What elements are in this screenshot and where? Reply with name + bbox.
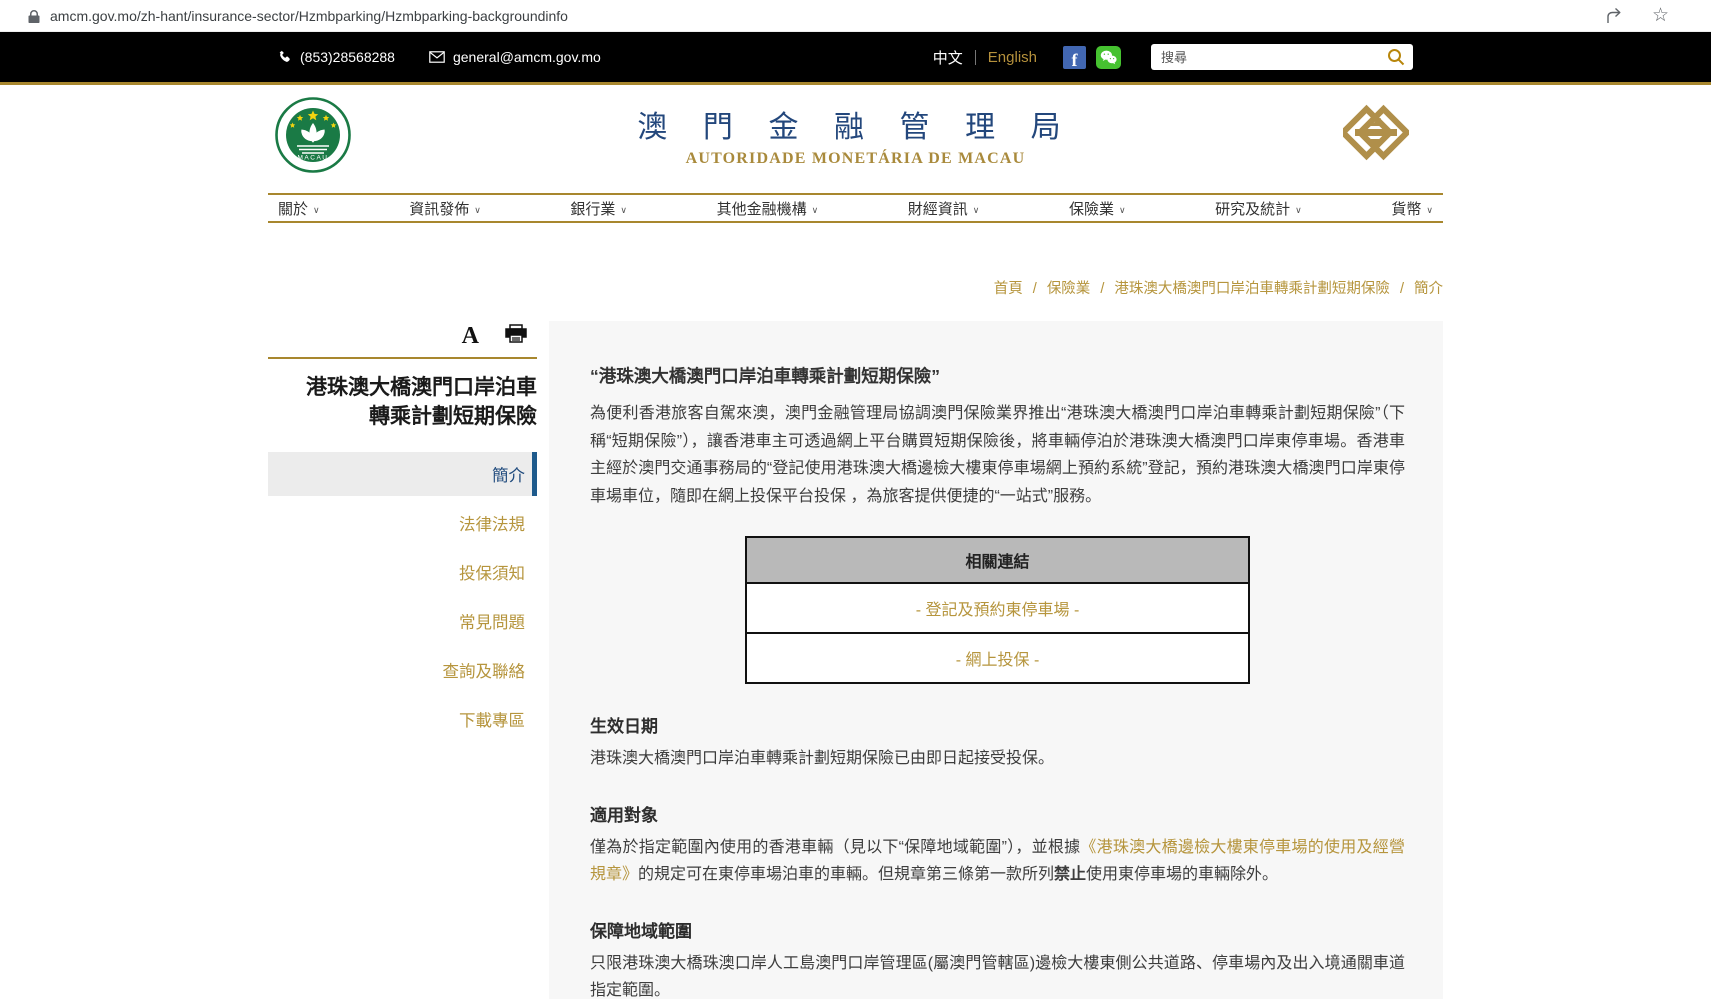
search-box [1151, 44, 1413, 70]
nav-item-insurance[interactable]: 保險業∨ [1069, 198, 1126, 219]
chevron-down-icon: ∨ [474, 205, 481, 215]
sidebar-item-introduction[interactable]: 簡介 [268, 452, 537, 496]
eligibility-text-bold: 禁止 [1054, 866, 1086, 883]
font-size-icon[interactable]: A [462, 324, 479, 348]
main-navigation: 關於∨ 資訊發佈∨ 銀行業∨ 其他金融機構∨ 財經資訊∨ 保險業∨ 研究及統計∨… [268, 193, 1443, 223]
sidebar-divider [268, 357, 537, 359]
sidebar-item-laws[interactable]: 法律法規 [268, 501, 537, 545]
nav-item-financial-info[interactable]: 財經資訊∨ [908, 198, 980, 219]
brand-title-pt: AUTORIDADE MONETÁRIA DE MACAU [0, 150, 1711, 168]
breadcrumb-separator: / [1100, 281, 1104, 297]
breadcrumb-hzmb-parking[interactable]: 港珠澳大橋澳門口岸泊車轉乘計劃短期保險 [1114, 281, 1390, 297]
eligibility-text-part3: 使用東停車場的車輛除外。 [1086, 866, 1278, 883]
search-icon[interactable] [1387, 48, 1405, 66]
nav-item-research-statistics[interactable]: 研究及統計∨ [1215, 198, 1302, 219]
print-icon[interactable] [505, 324, 527, 348]
amcm-diamond-logo [1343, 101, 1409, 168]
header-utilities: 中文 English f [933, 44, 1413, 70]
intro-paragraph: 為便利香港旅客自駕來澳，澳門金融管理局協調澳門保險業界推出“港珠澳大橋澳門口岸泊… [590, 400, 1405, 510]
sidebar-menu: 簡介 法律法規 投保須知 常見問題 查詢及聯絡 下載專區 [268, 452, 537, 741]
page-title: “港珠澳大橋澳門口岸泊車轉乘計劃短期保險” [590, 363, 1405, 388]
effective-date-text: 港珠澳大橋澳門口岸泊車轉乘計劃短期保險已由即日起接受投保。 [590, 745, 1405, 773]
breadcrumb-introduction[interactable]: 簡介 [1414, 281, 1443, 297]
chevron-down-icon: ∨ [620, 205, 627, 215]
breadcrumb-separator: / [1033, 281, 1037, 297]
browser-address-bar[interactable]: amcm.gov.mo/zh-hant/insurance-sector/Hzm… [0, 0, 1711, 32]
nav-item-banking[interactable]: 銀行業∨ [570, 198, 627, 219]
breadcrumb-insurance[interactable]: 保險業 [1047, 281, 1091, 297]
chevron-down-icon: ∨ [313, 205, 320, 215]
online-insurance-link[interactable]: - 網上投保 - [956, 652, 1040, 669]
table-row: - 網上投保 - [746, 633, 1249, 683]
eligibility-text-part2: 的規定可在東停車場泊車的車輛。但規章第三條第一款所列 [638, 866, 1054, 883]
brand-band: MACAU 澳 門 金 融 管 理 局 AUTORIDADE MONETÁRIA… [0, 85, 1711, 193]
breadcrumb-home[interactable]: 首頁 [994, 281, 1023, 297]
contact-group: (853)28568288 general@amcm.gov.mo [278, 49, 601, 65]
lock-icon[interactable] [28, 10, 40, 22]
bookmark-star-icon[interactable]: ☆ [1652, 6, 1669, 25]
breadcrumb-separator: / [1400, 281, 1404, 297]
nav-item-news[interactable]: 資訊發佈∨ [409, 198, 481, 219]
lang-zh-link[interactable]: 中文 [933, 47, 963, 68]
sidebar-item-faq[interactable]: 常見問題 [268, 599, 537, 643]
phone-icon [278, 50, 292, 64]
related-links-table: 相關連結 - 登記及預約東停車場 - - 網上投保 - [745, 536, 1250, 684]
email-address[interactable]: general@amcm.gov.mo [453, 49, 601, 65]
effective-date-heading: 生效日期 [590, 712, 1405, 737]
sidebar-item-insurance-notes[interactable]: 投保須知 [268, 550, 537, 594]
phone-number: (853)28568288 [300, 49, 395, 65]
chevron-down-icon: ∨ [973, 205, 980, 215]
eligibility-heading: 適用對象 [590, 801, 1405, 826]
nav-item-about[interactable]: 關於∨ [278, 198, 320, 219]
coverage-area-text: 只限港珠澳大橋珠澳口岸人工島澳門口岸管理區(屬澳門管轄區)邊檢大樓東側公共道路、… [590, 950, 1405, 999]
chevron-down-icon: ∨ [812, 205, 819, 215]
sidebar-item-downloads[interactable]: 下載專區 [268, 697, 537, 741]
share-icon[interactable] [1607, 7, 1626, 24]
nav-item-other-financial[interactable]: 其他金融機構∨ [717, 198, 819, 219]
facebook-icon[interactable]: f [1063, 46, 1086, 69]
register-reserve-east-carpark-link[interactable]: - 登記及預約東停車場 - [916, 602, 1080, 619]
email-contact[interactable]: general@amcm.gov.mo [429, 49, 601, 65]
sidebar-title-line2: 轉乘計劃短期保險 [268, 402, 537, 431]
eligibility-text: 僅為於指定範圍內使用的香港車輛（見以下“保障地域範圍”），並根據《港珠澳大橋邊檢… [590, 834, 1405, 889]
wechat-icon[interactable] [1096, 46, 1121, 69]
search-input[interactable] [1161, 50, 1387, 65]
chevron-down-icon: ∨ [1295, 205, 1302, 215]
coverage-area-heading: 保障地域範圍 [590, 917, 1405, 942]
site-header: (853)28568288 general@amcm.gov.mo 中文 Eng… [0, 32, 1711, 85]
sidebar: A 港珠澳大橋澳門口岸泊車 轉乘計劃短期保險 簡介 法律法規 投保須知 常見問題… [268, 321, 537, 746]
eligibility-text-part1: 僅為於指定範圍內使用的香港車輛（見以下“保障地域範圍”），並根據 [590, 839, 1080, 856]
sidebar-item-enquiry-contact[interactable]: 查詢及聯絡 [268, 648, 537, 692]
lang-divider [975, 50, 976, 65]
brand-titles: 澳 門 金 融 管 理 局 AUTORIDADE MONETÁRIA DE MA… [0, 102, 1711, 168]
sidebar-title-line1: 港珠澳大橋澳門口岸泊車 [268, 373, 537, 402]
breadcrumb: 首頁 / 保險業 / 港珠澳大橋澳門口岸泊車轉乘計劃短期保險 / 簡介 [268, 277, 1443, 298]
page-body: A 港珠澳大橋澳門口岸泊車 轉乘計劃短期保險 簡介 法律法規 投保須知 常見問題… [268, 321, 1443, 999]
chevron-down-icon: ∨ [1119, 205, 1126, 215]
sidebar-page-title: 港珠澳大橋澳門口岸泊車 轉乘計劃短期保險 [268, 373, 537, 432]
nav-item-currency[interactable]: 貨幣∨ [1391, 198, 1433, 219]
lang-en-link[interactable]: English [988, 49, 1037, 66]
brand-title-zh: 澳 門 金 融 管 理 局 [0, 102, 1711, 146]
sidebar-tools: A [268, 321, 537, 351]
table-row: - 登記及預約東停車場 - [746, 583, 1249, 633]
chevron-down-icon: ∨ [1426, 205, 1433, 215]
main-content: “港珠澳大橋澳門口岸泊車轉乘計劃短期保險” 為便利香港旅客自駕來澳，澳門金融管理… [549, 321, 1443, 999]
related-links-header: 相關連結 [746, 537, 1249, 583]
url-text[interactable]: amcm.gov.mo/zh-hant/insurance-sector/Hzm… [50, 8, 1607, 24]
phone-contact: (853)28568288 [278, 49, 395, 65]
envelope-icon [429, 51, 445, 63]
